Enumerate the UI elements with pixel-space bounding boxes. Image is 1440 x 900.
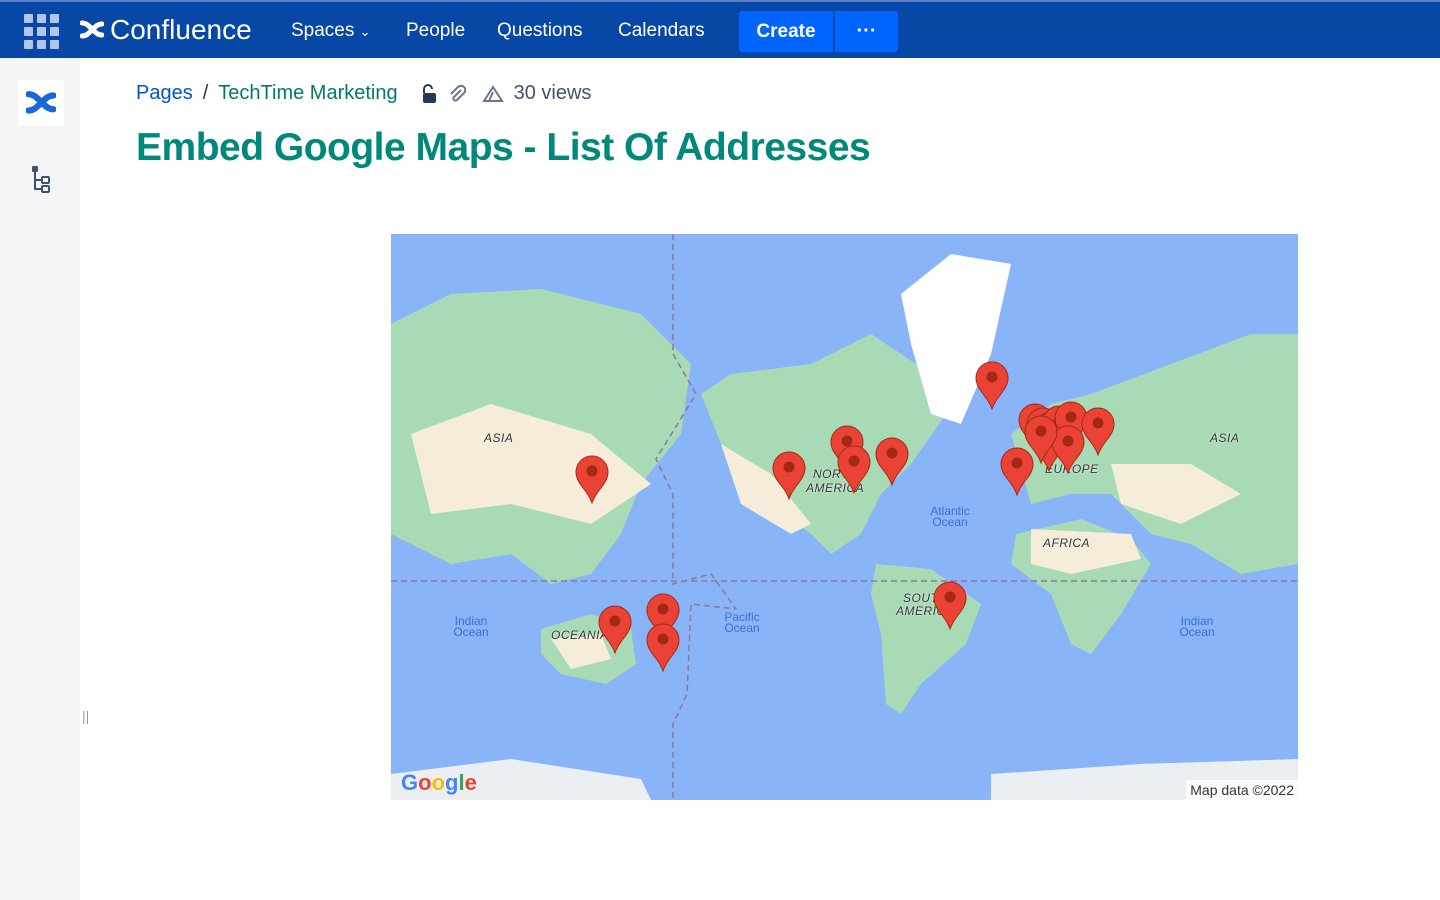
- page-title: Embed Google Maps - List Of Addresses: [136, 126, 871, 169]
- breadcrumb-separator: /: [202, 82, 209, 104]
- map-pin-icon: [1081, 407, 1115, 457]
- confluence-icon: [26, 91, 56, 114]
- analytics-icon[interactable]: [481, 84, 504, 103]
- chevron-down-icon: ⌄: [359, 24, 371, 39]
- map-marker[interactable]: [974, 360, 1010, 411]
- app-switcher-icon[interactable]: [24, 14, 59, 49]
- confluence-logo[interactable]: Confluence: [80, 14, 252, 46]
- label-africa: AFRICA: [1043, 536, 1091, 550]
- map-pin-icon: [975, 361, 1009, 411]
- space-logo[interactable]: [18, 80, 64, 126]
- nav-questions[interactable]: Questions: [497, 20, 583, 42]
- map-landmass: [391, 234, 1298, 800]
- google-map[interactable]: ASIA ASIA NORTH AMERICA EUROPE AFRICA SO…: [391, 234, 1298, 800]
- map-pin-icon: [646, 623, 680, 673]
- label-asia-right: ASIA: [1210, 431, 1240, 445]
- map-pin-icon: [772, 451, 806, 501]
- map-marker[interactable]: [1080, 406, 1116, 457]
- nav-calendars[interactable]: Calendars: [618, 20, 705, 42]
- google-logo[interactable]: Google: [401, 770, 477, 796]
- nav-people[interactable]: People: [406, 20, 465, 42]
- map-pin-icon: [575, 455, 609, 505]
- label-indian-ocean-left: Indian Ocean: [453, 614, 489, 639]
- breadcrumb-space[interactable]: TechTime Marketing: [218, 82, 397, 105]
- app-name: Confluence: [110, 14, 252, 45]
- map-attribution[interactable]: Map data ©2022: [1186, 780, 1298, 800]
- label-asia-left: ASIA: [484, 431, 514, 445]
- unlock-icon[interactable]: [420, 83, 438, 104]
- map-pin-icon: [837, 445, 871, 495]
- map-marker[interactable]: [932, 580, 968, 631]
- map-pin-icon: [933, 581, 967, 631]
- label-atlantic-ocean: Atlantic Ocean: [930, 504, 970, 529]
- map-pin-icon: [598, 605, 632, 655]
- sidebar-resize-handle[interactable]: ||: [82, 708, 89, 724]
- map-pin-icon: [1024, 415, 1058, 465]
- map-marker[interactable]: [771, 450, 807, 501]
- top-navigation: Confluence Spaces ⌄ People Questions Cal…: [0, 0, 1440, 58]
- attachment-icon[interactable]: [448, 84, 466, 104]
- map-pin-icon: [875, 437, 909, 487]
- breadcrumb: Pages / TechTime Marketing 30 views: [136, 82, 591, 105]
- map-marker[interactable]: [597, 604, 633, 655]
- map-marker[interactable]: [645, 622, 681, 673]
- breadcrumb-pages[interactable]: Pages: [136, 82, 193, 105]
- create-button[interactable]: Create: [739, 11, 833, 52]
- page-tree-icon[interactable]: [30, 165, 52, 195]
- map-marker[interactable]: [836, 444, 872, 495]
- label-indian-ocean-right: Indian Ocean: [1179, 614, 1215, 639]
- label-pacific-ocean: Pacific Ocean: [724, 610, 760, 635]
- map-marker[interactable]: [574, 454, 610, 505]
- more-button[interactable]: ···: [835, 11, 898, 52]
- map-marker[interactable]: [874, 436, 910, 487]
- confluence-icon: [80, 20, 104, 39]
- nav-spaces-label: Spaces: [291, 20, 355, 41]
- view-count[interactable]: 30 views: [514, 82, 592, 105]
- nav-spaces[interactable]: Spaces ⌄: [291, 20, 371, 42]
- map-marker[interactable]: [1023, 414, 1059, 465]
